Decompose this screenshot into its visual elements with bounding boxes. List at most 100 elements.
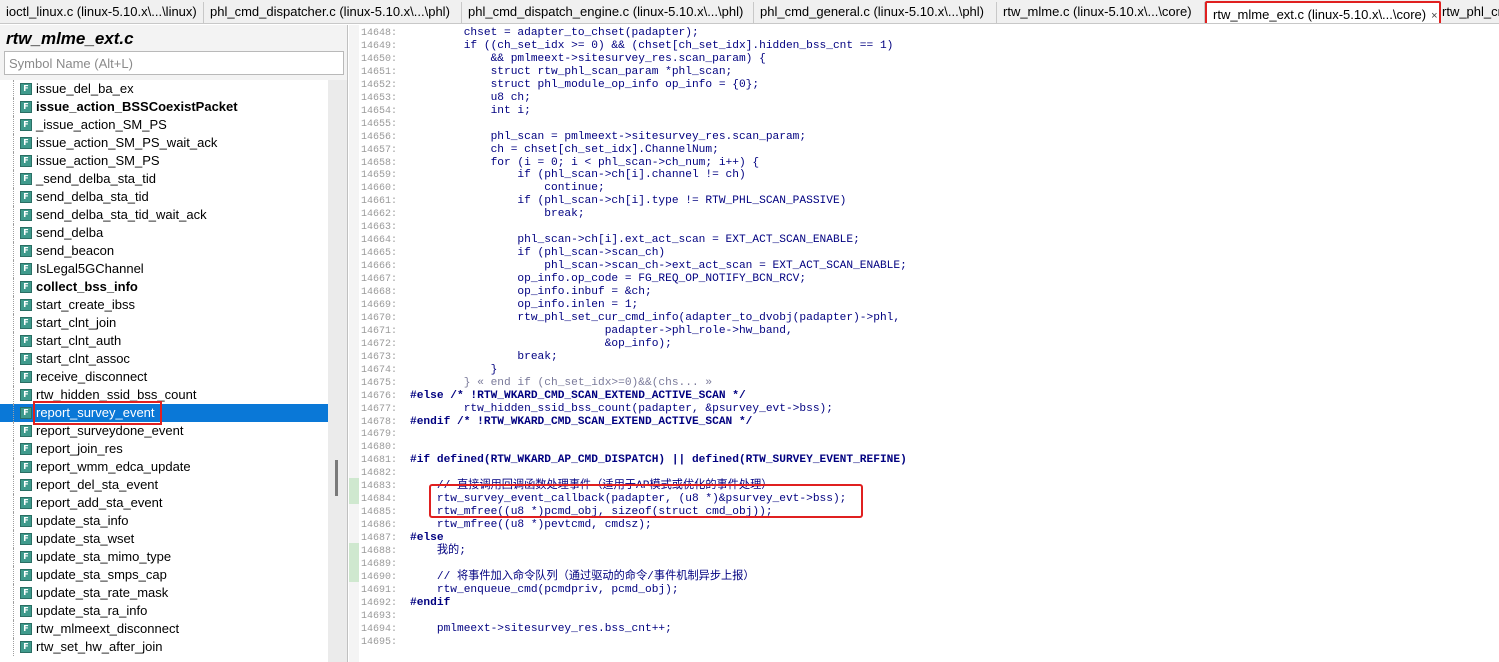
tab-6[interactable]: rtw_phl_cn (1436, 2, 1499, 23)
code-text: ch = chset[ch_set_idx].ChannelNum; (410, 143, 719, 156)
code-line: 14652: struct phl_module_op_info op_info… (349, 79, 1499, 92)
tab-3[interactable]: phl_cmd_general.c (linux-5.10.x\...\phl) (754, 2, 997, 23)
symbol-item[interactable]: Fstart_clnt_assoc (0, 350, 328, 368)
symbol-item[interactable]: Freport_add_sta_event (0, 494, 328, 512)
symbol-item[interactable]: Frtw_hidden_ssid_bss_count (0, 386, 328, 404)
tree-guide (13, 602, 19, 620)
close-icon[interactable]: × (1431, 10, 1437, 22)
line-number: 14663: (361, 222, 398, 234)
symbol-label: send_delba (36, 225, 104, 240)
symbol-item[interactable]: Fcollect_bss_info (0, 278, 328, 296)
tab-4[interactable]: rtw_mlme.c (linux-5.10.x\...\core) (997, 2, 1205, 23)
symbol-item[interactable]: Fupdate_sta_info (0, 512, 328, 530)
symbol-item[interactable]: Fissue_action_SM_PS (0, 152, 328, 170)
function-icon: F (20, 551, 32, 563)
line-number: 14693: (361, 610, 398, 622)
line-number: 14668: (361, 287, 398, 298)
function-icon: F (20, 389, 32, 401)
symbol-item[interactable]: F _issue_action_SM_PS (0, 116, 328, 134)
line-number: 14651: (361, 66, 398, 78)
symbol-item[interactable]: F IsLegal5GChannel (0, 260, 328, 278)
code-text: if (phl_scan->scan_ch) (410, 247, 666, 260)
symbol-item[interactable]: Fupdate_sta_smps_cap (0, 566, 328, 584)
code-line: 14674: } (349, 364, 1499, 377)
tree-guide (13, 548, 19, 566)
symbol-item[interactable]: Fupdate_sta_mimo_type (0, 548, 328, 566)
code-text: &op_info); (410, 337, 672, 350)
code-line: 14655: (349, 118, 1499, 131)
symbol-item[interactable]: F _send_delba_sta_tid (0, 170, 328, 188)
symbol-item[interactable]: Fupdate_sta_rate_mask (0, 584, 328, 602)
tab-5[interactable]: rtw_mlme_ext.c (linux-5.10.x\...\core) × (1205, 1, 1441, 23)
symbol-item[interactable]: Fsend_delba (0, 224, 328, 242)
function-icon: F (20, 137, 32, 149)
code-text: op_info.op_code = FG_REQ_OP_NOTIFY_BCN_R… (410, 273, 807, 286)
code-text: struct phl_module_op_info op_info = {0}; (410, 78, 760, 91)
symbol-item[interactable]: Fstart_create_ibss (0, 296, 328, 314)
tab-0[interactable]: ioctl_linux.c (linux-5.10.x\...\linux) (0, 2, 204, 23)
line-number: 14678: (361, 416, 398, 428)
function-icon: F (20, 335, 32, 347)
code-editor[interactable]: 14648: chset = adapter_to_chset(padapter… (349, 25, 1499, 662)
code-line: 14673: break; (349, 351, 1499, 364)
line-number: 14687: (361, 533, 398, 545)
symbol-search-input[interactable] (4, 51, 344, 75)
line-number: 14659: (361, 170, 398, 182)
code-text: // 将事件加入命令队列（通过驱动的命令/事件机制异步上报） (410, 570, 755, 583)
line-number: 14654: (361, 105, 398, 117)
symbol-item[interactable]: Freport_join_res (0, 440, 328, 458)
code-text: } (410, 363, 498, 376)
symbol-item[interactable]: Freport_survey_event (0, 401, 328, 425)
code-line: 14690: // 将事件加入命令队列（通过驱动的命令/事件机制异步上报） (349, 571, 1499, 584)
line-number: 14652: (361, 79, 398, 91)
symbol-item[interactable]: Fupdate_sta_wset (0, 530, 328, 548)
tree-guide (13, 386, 19, 404)
tree-guide (13, 152, 19, 170)
symbol-label: receive_disconnect (36, 369, 148, 384)
symbol-item[interactable]: Fissue_action_SM_PS_wait_ack (0, 134, 328, 152)
function-icon: F (20, 407, 32, 419)
symbol-item[interactable]: Freceive_disconnect (0, 368, 328, 386)
symbol-item[interactable]: Fsend_beacon (0, 242, 328, 260)
code-line: 14676: #else /* !RTW_WKARD_CMD_SCAN_EXTEN… (349, 390, 1499, 403)
sidebar-scrollbar[interactable] (328, 80, 347, 662)
symbol-item[interactable]: Fupdate_sta_ra_info (0, 602, 328, 620)
sidebar-scroll-thumb[interactable] (335, 460, 338, 496)
code-line: 14689: (349, 558, 1499, 571)
tab-1[interactable]: phl_cmd_dispatcher.c (linux-5.10.x\...\p… (204, 2, 462, 23)
symbol-label: report_wmm_edca_update (36, 459, 191, 474)
symbol-item[interactable]: Frtw_set_hw_after_join (0, 638, 328, 656)
symbol-item[interactable]: Fissue_del_ba_ex (0, 80, 328, 98)
tree-guide (13, 530, 19, 548)
symbol-item[interactable]: Freport_wmm_edca_update (0, 458, 328, 476)
tab-2[interactable]: phl_cmd_dispatch_engine.c (linux-5.10.x\… (462, 2, 754, 23)
tree-guide (13, 170, 19, 188)
tree-guide (13, 494, 19, 512)
code-text: if (phl_scan->ch[i].type != RTW_PHL_SCAN… (410, 195, 847, 208)
symbol-item[interactable]: Freport_del_sta_event (0, 476, 328, 494)
symbol-item[interactable]: Fstart_clnt_auth (0, 332, 328, 350)
code-line: 14691: rtw_enqueue_cmd(pcmdpriv, pcmd_ob… (349, 584, 1499, 597)
symbol-label: collect_bss_info (36, 279, 138, 294)
symbol-sidebar: rtw_mlme_ext.c Fissue_del_ba_exFissue_ac… (0, 25, 348, 662)
code-line: 14659: if (phl_scan->ch[i].channel != ch… (349, 169, 1499, 182)
tab-label: rtw_phl_cn (1442, 4, 1499, 19)
symbol-item[interactable]: Fsend_delba_sta_tid (0, 188, 328, 206)
code-text: rtw_survey_event_callback(padapter, (u8 … (410, 493, 847, 506)
symbol-item[interactable]: Fissue_action_BSSCoexistPacket (0, 98, 328, 116)
code-text: #else (410, 532, 444, 545)
code-text: break; (410, 208, 585, 221)
symbol-label: IsLegal5GChannel (36, 261, 144, 276)
symbol-item[interactable]: Freport_surveydone_event (0, 422, 328, 440)
tree-guide (13, 620, 19, 638)
symbol-item[interactable]: Fstart_clnt_join (0, 314, 328, 332)
symbol-item[interactable]: Fsend_delba_sta_tid_wait_ack (0, 206, 328, 224)
code-line: 14694: pmlmeext->sitesurvey_res.bss_cnt+… (349, 623, 1499, 636)
code-line: 14680: (349, 441, 1499, 454)
symbol-item[interactable]: Frtw_mlmeext_disconnect (0, 620, 328, 638)
function-icon: F (20, 263, 32, 275)
line-number: 14674: (361, 364, 398, 376)
code-line: 14686: rtw_mfree((u8 *)pevtcmd, cmdsz); (349, 519, 1499, 532)
symbol-label: issue_action_BSSCoexistPacket (36, 99, 238, 114)
line-number: 14673: (361, 351, 398, 363)
